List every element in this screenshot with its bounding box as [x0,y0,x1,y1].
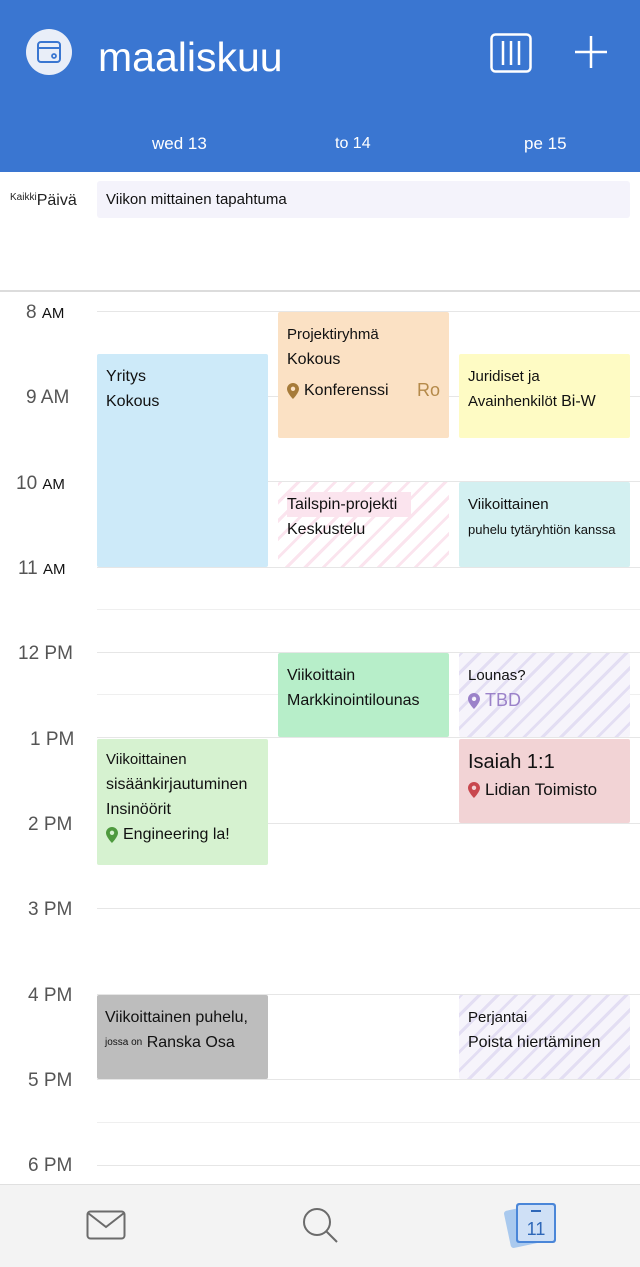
bottom-tab-bar: 11 [0,1184,640,1267]
column-view-icon [490,33,532,73]
event-subtitle: Kokous [287,351,341,368]
tab-mail[interactable] [84,1203,128,1247]
all-day-label: KaikkiPäivä [10,192,77,209]
location-pin-icon [468,692,480,709]
event-subsidiary-call[interactable]: Viikoittainen puhelu tytäryhtiön kanssa [459,482,630,567]
event-subtitle: Markkinointilounas [287,692,420,709]
event-subtitle: Avainhenkilöt Bi-W [468,393,596,410]
event-title: Viikoittainen puhelu, [105,1009,248,1026]
hour-label: 2 PM [28,814,73,835]
event-marketing-lunch[interactable]: Viikoittain Markkinointilounas [278,653,449,737]
hour-label: 8 AM [26,302,65,323]
event-location: Engineering la! [106,822,259,847]
event-tailspin[interactable]: Tailspin-projekti Keskustelu [278,482,449,567]
event-legal[interactable]: Juridiset ja Avainhenkilöt Bi-W [459,354,630,438]
hour-label: 5 PM [28,1070,73,1091]
hour-label: 1 PM [30,729,75,750]
hour-label: 9 AM [26,387,70,408]
event-subtitle: Kokous [106,393,160,410]
grid-line [97,1165,640,1166]
grid-line [97,1079,640,1080]
event-title: Viikoittain [287,667,356,684]
event-location: Lidian Toimisto [468,777,621,802]
mail-icon [86,1210,126,1240]
all-day-section: KaikkiPäivä Viikon mittainen tapahtuma [0,172,640,292]
search-icon [303,1208,338,1243]
event-friday-rotate[interactable]: Perjantai Poista hiertäminen [459,995,630,1079]
grid-line [97,737,640,738]
view-switch-button[interactable] [490,33,532,73]
day-header-fri[interactable]: pe 15 [524,134,567,154]
event-subtitle: Insinöörit [106,801,171,818]
all-day-event[interactable]: Viikon mittainen tapahtuma [97,181,630,218]
event-yritys-kokous[interactable]: Yritys Kokous [97,354,268,567]
event-subtitle: puhelu tytäryhtiön kanssa [468,522,616,537]
event-weekly-signin[interactable]: Viikoittainen sisäänkirjautuminen Insinö… [97,739,268,865]
tab-calendar[interactable]: 11 [504,1199,560,1249]
location-pin-icon [287,382,299,399]
plus-icon [575,36,607,68]
grid-line [97,908,640,909]
event-title: Perjantai [468,1009,528,1026]
calendar-account-button[interactable] [26,29,72,75]
add-event-button[interactable] [572,33,610,71]
event-title: Isaiah 1:1 [468,751,555,773]
event-location: TBD [468,688,621,713]
event-subtitle: jossa on Ranska Osa [105,1034,235,1051]
day-header-wed[interactable]: wed 13 [152,134,207,154]
calendar-icon [37,41,61,63]
app-header: maaliskuu wed 13 to 14 pe 15 [0,0,640,172]
location-pin-icon [106,826,118,843]
event-title: Projektiryhmä [287,326,379,343]
event-title: Lounas? [468,667,526,684]
event-location: Konferenssi Ro [287,378,440,403]
event-lunch[interactable]: Lounas? TBD [459,653,630,737]
event-title: Viikoittainen [468,496,549,513]
grid-line [97,1122,640,1123]
grid-line [97,567,640,568]
hour-label: 6 PM [28,1155,73,1176]
grid-line [97,609,640,610]
month-title[interactable]: maaliskuu [98,34,283,81]
time-grid: 8 AM 9 AM 10 AM 11 AM 12 PM 1 PM 2 PM 3 … [0,292,640,1184]
event-title: Yritys [106,368,146,385]
day-header-thu[interactable]: to 14 [335,135,371,153]
hour-label: 12 PM [18,643,73,664]
hour-label: 4 PM [28,985,73,1006]
event-subtitle: sisäänkirjautuminen [106,776,248,793]
hour-label: 3 PM [28,899,73,920]
event-weekly-call-france[interactable]: Viikoittainen puhelu, jossa on Ranska Os… [97,995,268,1079]
event-title: Viikoittainen [106,751,187,768]
event-project-team[interactable]: Projektiryhmä Kokous Konferenssi Ro [278,312,449,438]
hour-label: 10 AM [16,473,65,494]
event-title: Juridiset ja [468,368,540,385]
svg-text:11: 11 [527,1219,546,1239]
event-subtitle: Keskustelu [287,521,366,538]
event-title: Tailspin-projekti [287,492,412,517]
event-subtitle: Poista hiertäminen [468,1034,601,1051]
location-pin-icon [468,781,480,798]
event-isaiah[interactable]: Isaiah 1:1 Lidian Toimisto [459,739,630,823]
tab-search[interactable] [298,1203,342,1247]
hour-label: 11 AM [18,558,66,579]
calendar-icon: 11 [504,1203,556,1248]
